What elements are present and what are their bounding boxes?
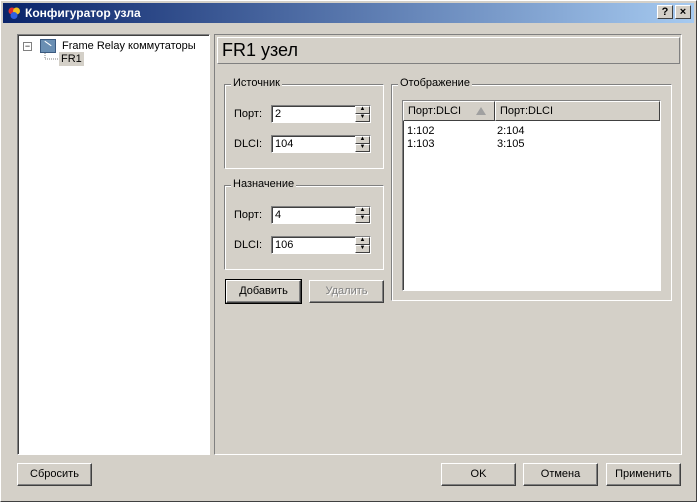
network-switch-icon [40, 39, 56, 53]
column-header-source[interactable]: Порт:DLCI [403, 101, 495, 121]
collapse-icon[interactable]: − [23, 41, 32, 51]
sort-ascending-icon [476, 107, 486, 115]
app-icon [7, 6, 21, 20]
source-dlci-label: DLCI: [234, 138, 263, 150]
destination-dlci-value[interactable]: 106 [275, 239, 293, 251]
reset-button[interactable]: Сбросить [17, 463, 92, 486]
add-button[interactable]: Добавить [225, 279, 302, 304]
list-cell: 1:102 [407, 125, 435, 137]
source-port-spinner[interactable]: 2 ▲ ▼ [271, 105, 371, 123]
spin-up-icon[interactable]: ▲ [355, 136, 370, 144]
source-port-label: Порт: [234, 108, 262, 120]
page-header: FR1 узел [217, 37, 680, 64]
tree-connector-line [44, 53, 58, 60]
window-title: Конфигуратор узла [25, 6, 141, 20]
source-dlci-value[interactable]: 104 [275, 138, 293, 150]
spin-down-icon[interactable]: ▼ [355, 144, 370, 152]
list-item[interactable]: 1:103 3:105 [407, 138, 657, 151]
column-header-destination[interactable]: Порт:DLCI [495, 101, 660, 121]
destination-dlci-label: DLCI: [234, 239, 263, 251]
list-cell: 2:104 [497, 125, 525, 137]
source-dlci-spinner[interactable]: 104 ▲ ▼ [271, 135, 371, 153]
close-button[interactable]: × [675, 5, 691, 19]
destination-dlci-spinner[interactable]: 106 ▲ ▼ [271, 236, 371, 254]
tree-item-frame-relay[interactable]: − Frame Relay коммутаторы [23, 39, 198, 53]
destination-legend: Назначение [231, 178, 297, 190]
list-cell: 3:105 [497, 138, 525, 150]
source-port-value[interactable]: 2 [275, 108, 281, 120]
spin-up-icon[interactable]: ▲ [355, 207, 370, 215]
cancel-button[interactable]: Отмена [523, 463, 598, 486]
spin-up-icon[interactable]: ▲ [355, 237, 370, 245]
spin-down-icon[interactable]: ▼ [355, 215, 370, 223]
column-header-label: Порт:DLCI [500, 105, 554, 117]
delete-button[interactable]: Удалить [309, 280, 384, 303]
destination-port-spinner[interactable]: 4 ▲ ▼ [271, 206, 371, 224]
source-legend: Источник [231, 77, 282, 89]
destination-port-label: Порт: [234, 209, 262, 221]
page-title: FR1 узел [222, 40, 298, 60]
mapping-list[interactable]: Порт:DLCI Порт:DLCI 1:102 2:104 1:103 3:… [402, 100, 661, 291]
help-button[interactable]: ? [657, 5, 673, 19]
config-window: Конфигуратор узла ? × − Frame Relay комм… [0, 0, 697, 502]
column-header-label: Порт:DLCI [408, 105, 462, 117]
spin-up-icon[interactable]: ▲ [355, 106, 370, 114]
tree-item-label: Frame Relay коммутаторы [62, 40, 196, 52]
list-cell: 1:103 [407, 138, 435, 150]
tree-item-fr1[interactable]: FR1 [59, 52, 84, 66]
spin-down-icon[interactable]: ▼ [355, 114, 370, 122]
list-item[interactable]: 1:102 2:104 [407, 125, 657, 138]
tree-item-label: FR1 [61, 53, 82, 65]
destination-port-value[interactable]: 4 [275, 209, 281, 221]
node-tree[interactable]: − Frame Relay коммутаторы FR1 [17, 34, 210, 455]
destination-group: Назначение [224, 178, 384, 270]
mapping-legend: Отображение [398, 77, 472, 89]
apply-button[interactable]: Применить [606, 463, 681, 486]
source-group: Источник [224, 77, 384, 169]
spin-down-icon[interactable]: ▼ [355, 245, 370, 253]
title-bar: Конфигуратор узла ? × [3, 3, 694, 23]
ok-button[interactable]: OK [441, 463, 516, 486]
